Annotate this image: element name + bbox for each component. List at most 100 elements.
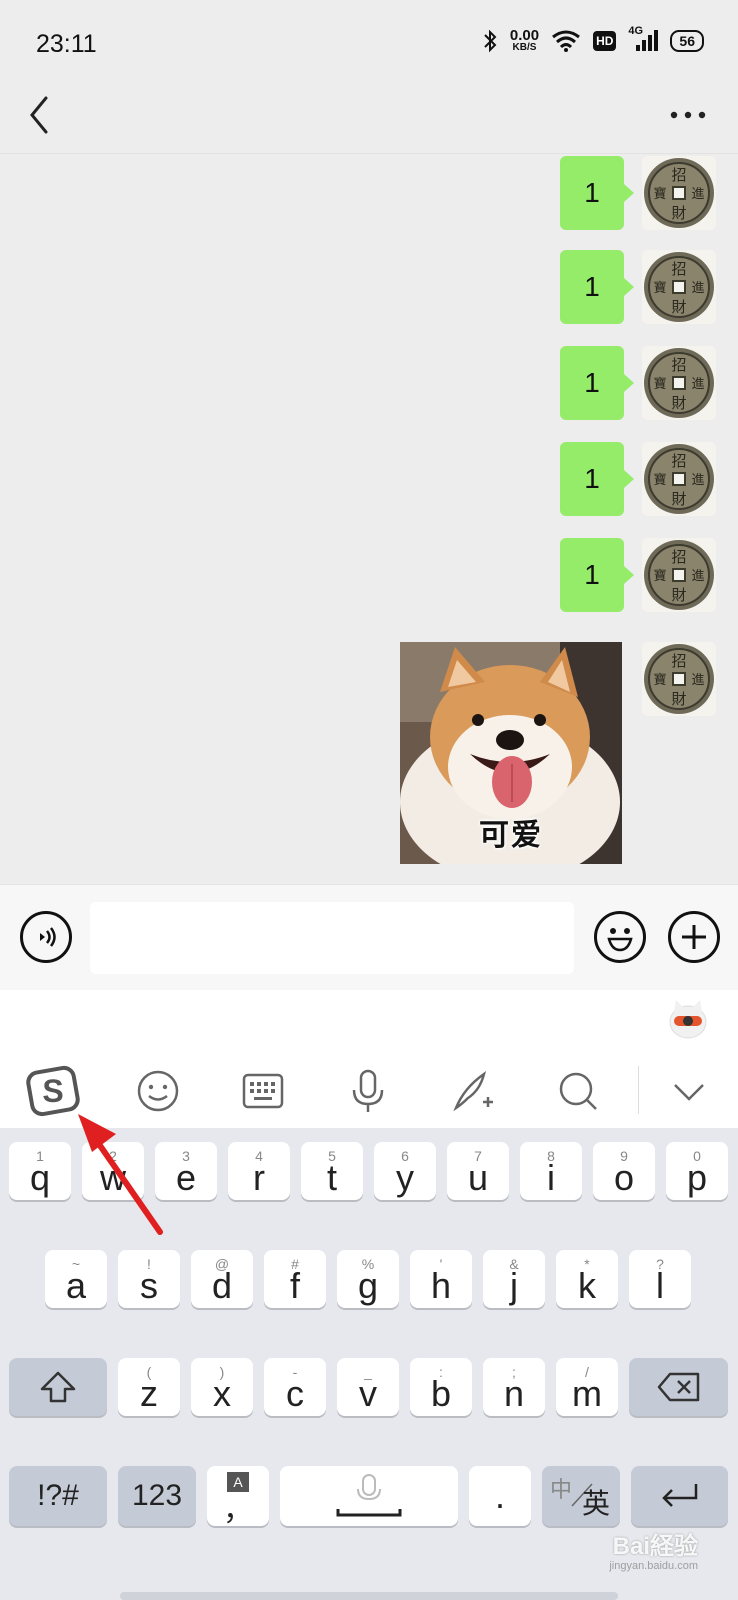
key-v[interactable]: _ v xyxy=(337,1358,399,1416)
key-n[interactable]: ; n xyxy=(483,1358,545,1416)
net-speed: 0.00 KB/S xyxy=(509,27,540,53)
plus-icon[interactable] xyxy=(668,911,720,963)
avatar[interactable]: 招進財寶 xyxy=(642,156,716,230)
key-i[interactable]: 8i xyxy=(520,1142,582,1200)
key-d[interactable]: @ d xyxy=(191,1250,253,1308)
numbers-key[interactable]: 123 xyxy=(118,1466,196,1526)
enter-key[interactable] xyxy=(631,1466,728,1526)
key-a[interactable]: ~ a xyxy=(45,1250,107,1308)
backspace-icon xyxy=(657,1372,699,1402)
key-z[interactable]: (z xyxy=(118,1358,180,1416)
svg-text:招: 招 xyxy=(671,261,686,278)
message-bubble[interactable]: 1 xyxy=(560,346,634,420)
avatar[interactable]: 招進財寶 xyxy=(642,250,716,324)
svg-text:財: 財 xyxy=(671,491,686,508)
key-o[interactable]: 9o xyxy=(593,1142,655,1200)
message-bubble[interactable]: 1 xyxy=(560,250,634,324)
key-j[interactable]: & j xyxy=(483,1250,545,1308)
more-dots-icon[interactable] xyxy=(668,100,708,130)
chevron-left-icon[interactable] xyxy=(22,90,62,140)
coin-avatar-image: 招進財寶 xyxy=(644,348,714,418)
svg-text:寶: 寶 xyxy=(653,186,666,201)
key-l[interactable]: ? l xyxy=(629,1250,691,1308)
avatar[interactable]: 招進財寶 xyxy=(642,346,716,420)
sticker-image[interactable]: 可爱 xyxy=(400,642,622,864)
message-bubble[interactable]: 1 xyxy=(560,156,634,230)
coin-avatar-image: 招進財寶 xyxy=(644,444,714,514)
keyboard-toolbar: S xyxy=(0,1054,738,1128)
svg-text:招: 招 xyxy=(671,549,686,566)
key-h[interactable]: ' h xyxy=(410,1250,472,1308)
keyboard-icon[interactable] xyxy=(226,1054,300,1128)
mascot-icon[interactable] xyxy=(666,996,710,1040)
handwriting-icon[interactable] xyxy=(436,1054,510,1128)
svg-text:招: 招 xyxy=(671,653,686,670)
period-key[interactable]: . xyxy=(469,1466,531,1526)
svg-text:進: 進 xyxy=(691,472,704,487)
message-input[interactable] xyxy=(90,902,574,974)
svg-text:進: 進 xyxy=(691,672,704,687)
symbols-key[interactable]: !?# xyxy=(9,1466,107,1526)
emoji-icon[interactable] xyxy=(594,911,646,963)
message-bubble[interactable]: 1 xyxy=(560,538,634,612)
coin-avatar-image: 招進財寶 xyxy=(644,644,714,714)
coin-avatar-image: 招進財寶 xyxy=(644,540,714,610)
key-m[interactable]: / m xyxy=(556,1358,618,1416)
shift-key[interactable] xyxy=(9,1358,107,1416)
key-e[interactable]: 3e xyxy=(155,1142,217,1200)
svg-text:寶: 寶 xyxy=(653,376,666,391)
battery-icon: 56 xyxy=(670,29,704,52)
key-p[interactable]: 0p xyxy=(666,1142,728,1200)
input-bar xyxy=(0,884,738,990)
bluetooth-icon xyxy=(482,29,498,53)
key-q[interactable]: 1q xyxy=(9,1142,71,1200)
key-k[interactable]: * k xyxy=(556,1250,618,1308)
shift-icon xyxy=(40,1371,76,1403)
backspace-key[interactable] xyxy=(629,1358,728,1416)
key-b[interactable]: :b xyxy=(410,1358,472,1416)
svg-text:寶: 寶 xyxy=(653,280,666,295)
comma-key[interactable]: A ， xyxy=(207,1466,269,1527)
key-f[interactable]: # f xyxy=(264,1250,326,1308)
home-indicator xyxy=(120,1592,618,1600)
sogou-logo-icon[interactable]: S xyxy=(16,1054,90,1128)
search-icon[interactable] xyxy=(541,1054,615,1128)
message-list[interactable]: 1 1 1 1 1 可爱 招進財寶 招進財寶 招進財寶 招進財寶 招進財寶 招進 xyxy=(0,154,738,884)
avatar[interactable]: 招進財寶 xyxy=(642,442,716,516)
wifi-icon xyxy=(551,29,581,53)
key-g[interactable]: % g xyxy=(337,1250,399,1308)
key-c[interactable]: -c xyxy=(264,1358,326,1416)
microphone-icon[interactable] xyxy=(331,1054,405,1128)
key-u[interactable]: 7u xyxy=(447,1142,509,1200)
key-w[interactable]: 2w xyxy=(82,1142,144,1200)
status-icons: 0.00 KB/S HD 4G 56 xyxy=(482,25,704,53)
svg-text:招: 招 xyxy=(671,167,686,184)
voice-icon[interactable] xyxy=(20,911,72,963)
avatar[interactable]: 招進財寶 xyxy=(642,538,716,612)
svg-text:招: 招 xyxy=(671,453,686,470)
coin-avatar-image: 招進財寶 xyxy=(644,252,714,322)
status-bar: 23:11 0.00 KB/S HD 4G 56 xyxy=(0,0,738,88)
key-r[interactable]: 4r xyxy=(228,1142,290,1200)
status-time: 23:11 xyxy=(36,30,97,58)
svg-text:寶: 寶 xyxy=(653,568,666,583)
svg-text:S: S xyxy=(42,1073,63,1109)
key-t[interactable]: 5t xyxy=(301,1142,363,1200)
svg-text:進: 進 xyxy=(691,568,704,583)
toolbar-divider xyxy=(638,1066,639,1114)
collapse-chevron-icon[interactable] xyxy=(652,1054,726,1128)
signal-icon: 4G xyxy=(628,25,659,53)
message-bubble[interactable]: 1 xyxy=(560,442,634,516)
space-key[interactable] xyxy=(280,1466,458,1526)
language-switch-key[interactable]: 中 英 xyxy=(542,1466,620,1526)
key-x[interactable]: ) x xyxy=(191,1358,253,1416)
svg-text:進: 進 xyxy=(691,280,704,295)
svg-text:進: 進 xyxy=(691,376,704,391)
avatar[interactable]: 招進財寶 xyxy=(642,642,716,716)
chat-header xyxy=(0,88,738,154)
svg-text:財: 財 xyxy=(671,395,686,412)
emoji-face-icon[interactable] xyxy=(121,1054,195,1128)
key-s[interactable]: ! s xyxy=(118,1250,180,1308)
key-y[interactable]: 6y xyxy=(374,1142,436,1200)
svg-text:財: 財 xyxy=(671,299,686,316)
